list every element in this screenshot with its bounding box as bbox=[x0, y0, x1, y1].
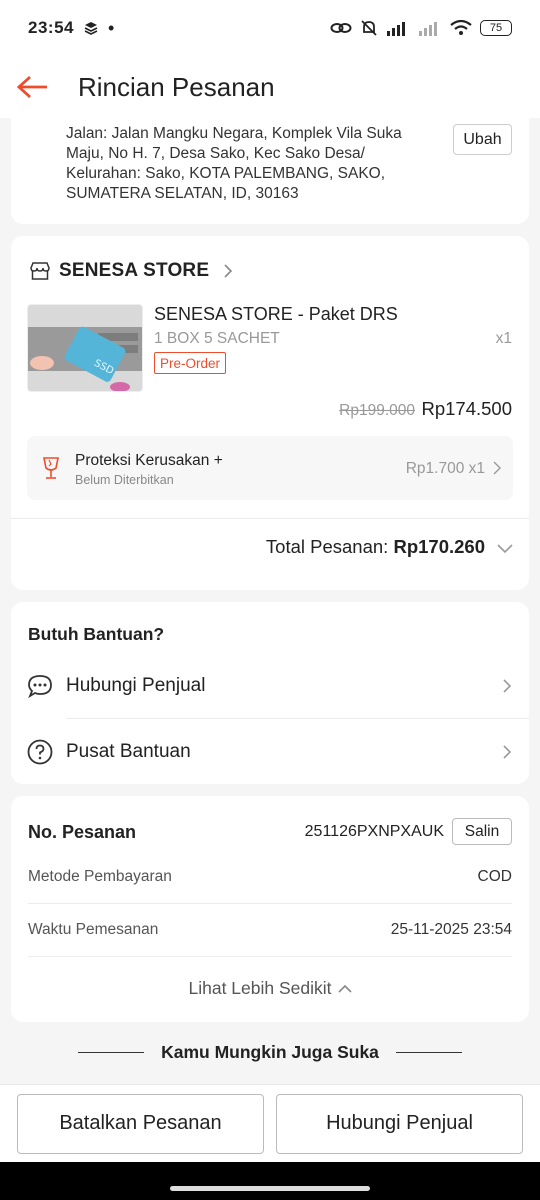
suggestions-header: Kamu Mungkin Juga Suka bbox=[0, 1042, 540, 1063]
see-less-button[interactable]: Lihat Lebih Sedikit bbox=[11, 978, 529, 999]
status-time: 23:54 bbox=[28, 18, 74, 37]
product-name[interactable]: SENESA STORE - Paket DRS bbox=[154, 304, 398, 325]
chevron-right-icon bbox=[503, 679, 512, 693]
address-card: Jalan: Jalan Mangku Negara, Komplek Vila… bbox=[11, 118, 529, 224]
page-title: Rincian Pesanan bbox=[78, 71, 275, 102]
chevron-right-icon bbox=[493, 461, 501, 475]
order-total[interactable]: Total Pesanan: Rp170.260 bbox=[266, 536, 485, 558]
back-arrow-icon bbox=[17, 75, 47, 99]
contact-seller-button[interactable]: Hubungi Penjual bbox=[276, 1093, 523, 1154]
dot-icon: • bbox=[107, 18, 115, 38]
order-time-label: Waktu Pemesanan bbox=[28, 921, 159, 938]
divider bbox=[78, 1052, 145, 1053]
store-icon bbox=[30, 262, 50, 280]
divider bbox=[11, 518, 529, 519]
chat-icon bbox=[28, 675, 52, 698]
store-card: SENESA STORE SSD SENESA STORE - Paket DR… bbox=[11, 236, 529, 590]
damage-protection-row[interactable]: Proteksi Kerusakan + Belum Diterbitkan R… bbox=[27, 436, 513, 500]
contact-seller-item[interactable]: Hubungi Penjual bbox=[11, 654, 529, 718]
content-scroll[interactable]: Jalan: Jalan Mangku Negara, Komplek Vila… bbox=[0, 118, 540, 1084]
order-time-value: 25-11-2025 23:54 bbox=[390, 921, 512, 938]
signal-weak-icon bbox=[419, 22, 437, 36]
protection-title: Proteksi Kerusakan + bbox=[75, 452, 223, 469]
help-card: Butuh Bantuan? Hubungi Penjual Pusat Ban… bbox=[11, 602, 529, 784]
link-icon bbox=[330, 23, 352, 33]
see-less-label: Lihat Lebih Sedikit bbox=[188, 978, 332, 998]
system-nav-bar bbox=[0, 1162, 540, 1200]
help-title: Butuh Bantuan? bbox=[28, 624, 165, 644]
stack-icon bbox=[84, 22, 98, 35]
home-gesture-handle[interactable] bbox=[170, 1186, 370, 1191]
store-header[interactable]: SENESA STORE bbox=[29, 256, 233, 286]
wifi-icon bbox=[450, 20, 472, 35]
copy-button[interactable]: Salin bbox=[452, 818, 512, 845]
store-name: SENESA STORE bbox=[59, 260, 210, 281]
battery-icon: 75 bbox=[480, 20, 512, 36]
question-circle-icon bbox=[27, 739, 53, 765]
status-bar: 23:54 • 75 bbox=[0, 0, 540, 56]
divider bbox=[28, 956, 512, 957]
help-item-label: Hubungi Penjual bbox=[66, 675, 206, 696]
product-image[interactable]: SSD bbox=[27, 304, 143, 392]
divider bbox=[28, 903, 512, 904]
order-info-card: No. Pesanan 251126PXNPXAUK Salin Metode … bbox=[11, 796, 529, 1022]
order-number: 251126PXNPXAUK bbox=[304, 823, 444, 840]
original-price: Rp199.000 bbox=[339, 402, 415, 419]
back-button[interactable] bbox=[0, 56, 66, 118]
order-number-label: No. Pesanan bbox=[28, 822, 137, 842]
chevron-right-icon bbox=[503, 745, 512, 759]
divider bbox=[66, 718, 529, 719]
change-address-button[interactable]: Ubah bbox=[453, 124, 512, 155]
chevron-down-icon[interactable] bbox=[497, 544, 513, 554]
help-item-label: Pusat Bantuan bbox=[66, 741, 191, 762]
signal-icon bbox=[387, 22, 405, 36]
protection-status: Belum Diterbitkan bbox=[75, 473, 174, 487]
address-text: Jalan: Jalan Mangku Negara, Komplek Vila… bbox=[66, 125, 402, 202]
total-amount: Rp170.260 bbox=[393, 536, 485, 557]
payment-method-value: COD bbox=[477, 868, 512, 885]
product-variant: 1 BOX 5 SACHET bbox=[154, 330, 280, 347]
suggestions-title: Kamu Mungkin Juga Suka bbox=[161, 1042, 379, 1062]
payment-method-label: Metode Pembayaran bbox=[28, 868, 172, 885]
product-quantity: x1 bbox=[495, 330, 512, 347]
total-label: Total Pesanan: bbox=[265, 536, 389, 557]
chevron-right-icon bbox=[224, 264, 233, 278]
chevron-up-icon bbox=[337, 984, 352, 993]
product-price: Rp174.500 bbox=[421, 398, 512, 419]
mute-bell-icon bbox=[361, 20, 377, 36]
cancel-order-button[interactable]: Batalkan Pesanan bbox=[17, 1093, 264, 1154]
preorder-badge: Pre-Order bbox=[154, 352, 227, 374]
help-center-item[interactable]: Pusat Bantuan bbox=[11, 720, 529, 784]
protection-price: Rp1.700 x1 bbox=[405, 460, 485, 477]
bottom-action-bar: Batalkan Pesanan Hubungi Penjual bbox=[0, 1084, 540, 1162]
divider bbox=[395, 1052, 462, 1053]
app-bar: Rincian Pesanan bbox=[0, 56, 540, 118]
broken-glass-icon bbox=[43, 457, 59, 479]
